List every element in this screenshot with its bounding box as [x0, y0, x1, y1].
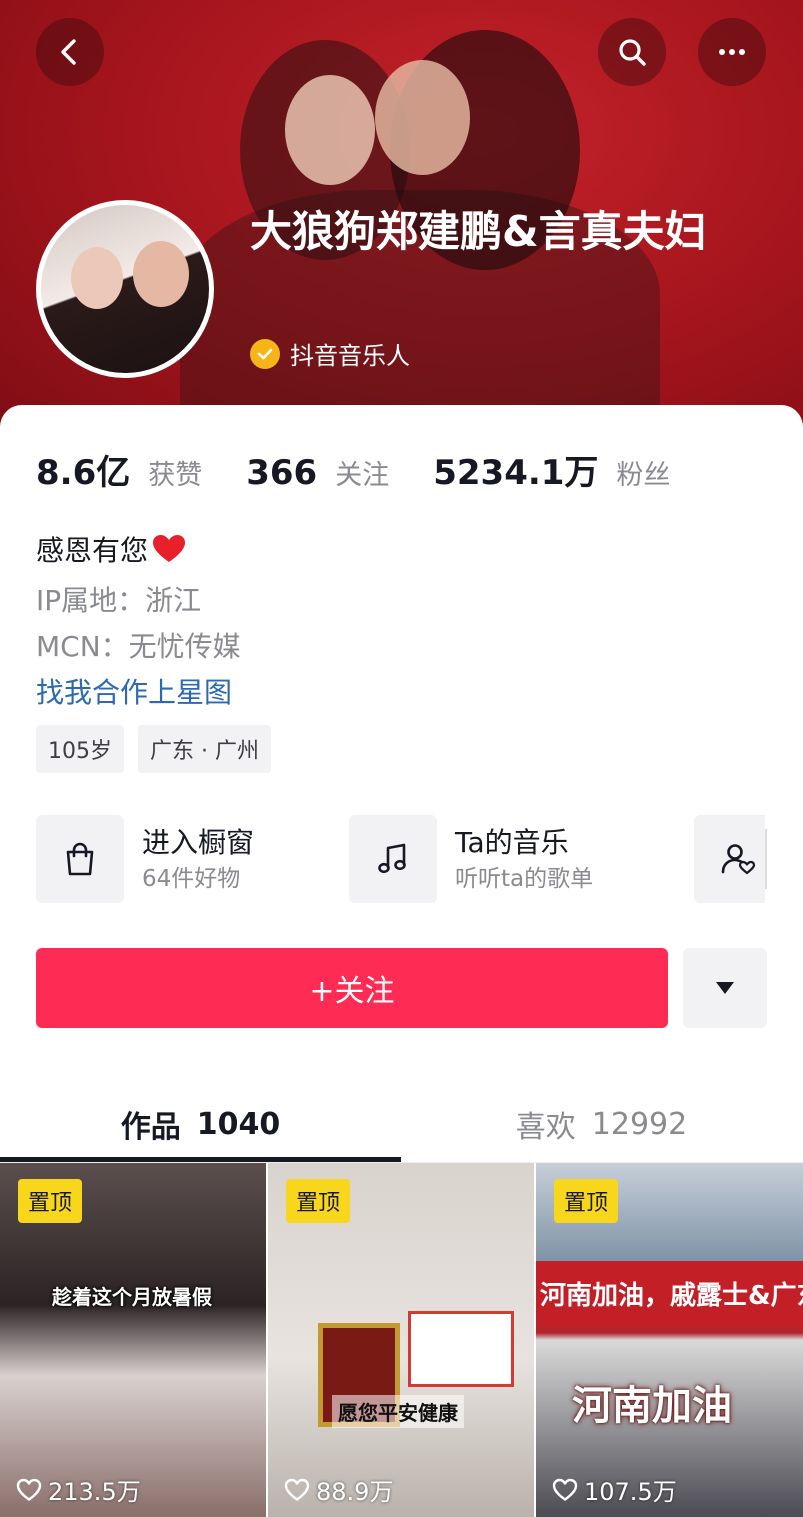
heart-outline-icon: [16, 1478, 42, 1501]
video-likes: 107.5万: [552, 1472, 677, 1507]
active-tab-indicator: [0, 1157, 401, 1162]
stat-followers-label: 粉丝: [616, 460, 671, 491]
video-likes-count: 88.9万: [316, 1478, 394, 1506]
music-title: Ta的音乐: [455, 826, 569, 859]
video-likes: 213.5万: [16, 1472, 141, 1507]
entries-overflow-edge: [765, 813, 803, 905]
video-caption: 趁着这个月放暑假: [52, 1285, 212, 1309]
stats-row: 8.6亿 获赞 366 关注 5234.1万 粉丝: [36, 445, 714, 494]
music-text: Ta的音乐 听听ta的歌单: [455, 823, 593, 895]
bio-text: 感恩有您: [36, 529, 186, 569]
stat-following-value: 366: [246, 453, 318, 493]
verified-badge[interactable]: 抖音音乐人: [250, 336, 410, 371]
more-dots-icon: [719, 49, 745, 55]
pinned-badge: 置顶: [286, 1179, 351, 1223]
stat-likes-value: 8.6亿: [36, 453, 131, 493]
stat-followers-value: 5234.1万: [433, 453, 599, 493]
profile-card: 8.6亿 获赞 366 关注 5234.1万 粉丝 感恩有您 IP属地：浙江 M…: [0, 405, 803, 1517]
search-icon: [619, 39, 646, 66]
video-caption: 愿您平安健康: [332, 1395, 464, 1428]
avatar-face-left: [71, 247, 123, 309]
video-grid: 置顶 趁着这个月放暑假 213.5万 置顶 愿您平安健康 88.9万 河南加油，…: [0, 1163, 803, 1517]
video-caption: 河南加油: [572, 1382, 732, 1429]
tab-likes[interactable]: 喜欢 12992: [401, 1085, 802, 1163]
ip-location: IP属地：浙江: [36, 584, 202, 617]
stat-followers[interactable]: 5234.1万 粉丝: [433, 445, 670, 494]
avatar[interactable]: [36, 200, 214, 378]
stat-likes-label: 获赞: [148, 460, 203, 491]
recommend-dropdown-button[interactable]: [683, 948, 767, 1028]
video-thumbnail[interactable]: 置顶 趁着这个月放暑假 213.5万: [0, 1163, 266, 1517]
tab-works-count: 1040: [196, 1106, 281, 1142]
video-likes: 88.9万: [284, 1472, 393, 1507]
more-options-button[interactable]: [698, 18, 766, 86]
tag-age: 105岁: [36, 725, 124, 773]
profile-header: 大狼狗郑建鹏&言真夫妇 抖音音乐人: [0, 0, 803, 440]
feature-entries: 进入橱窗 64件好物 Ta的音乐 听听ta的歌单: [36, 813, 803, 905]
shop-window-text: 进入橱窗 64件好物: [142, 823, 254, 895]
profile-name: 大狼狗郑建鹏&言真夫妇: [250, 207, 707, 256]
verified-check-icon: [250, 338, 280, 369]
bio-text-content: 感恩有您: [36, 534, 149, 567]
stat-following[interactable]: 366 关注: [246, 453, 389, 493]
pinned-badge: 置顶: [18, 1179, 83, 1223]
video-likes-count: 107.5万: [584, 1478, 677, 1506]
tab-works[interactable]: 作品 1040: [0, 1085, 401, 1163]
shopping-bag-icon: [36, 815, 124, 903]
stat-likes[interactable]: 8.6亿 获赞: [36, 445, 202, 494]
follow-button[interactable]: +关注: [36, 948, 668, 1028]
tag-location: 广东 · 广州: [138, 725, 271, 773]
content-tabs: 作品 1040 喜欢 12992: [0, 1085, 803, 1163]
shop-window-subtitle: 64件好物: [142, 866, 241, 892]
tab-likes-label: 喜欢: [515, 1110, 576, 1145]
music-subtitle: 听听ta的歌单: [455, 866, 594, 892]
search-button[interactable]: [598, 18, 666, 86]
video-banner-text: 河南加油，戚露士&广东夫妇驰援河南防汛物资: [536, 1261, 803, 1327]
stat-following-label: 关注: [335, 460, 390, 491]
mcn-info: MCN：无忧传媒: [36, 630, 241, 663]
heart-outline-icon: [284, 1478, 310, 1501]
cover-image-face-right: [375, 60, 470, 175]
verified-label: 抖音音乐人: [290, 342, 410, 370]
video-thumbnail[interactable]: 置顶 愿您平安健康 88.9万: [268, 1163, 534, 1517]
red-heart-icon: [153, 535, 186, 562]
star-map-link[interactable]: 找我合作上星图: [36, 671, 232, 711]
video-likes-count: 213.5万: [48, 1478, 141, 1506]
shop-window-entry[interactable]: 进入橱窗 64件好物: [36, 813, 254, 905]
heart-outline-icon: [552, 1478, 578, 1501]
shop-window-title: 进入橱窗: [142, 826, 255, 859]
back-arrow-icon: [61, 39, 76, 65]
avatar-face-right: [133, 241, 189, 307]
tab-works-label: 作品: [120, 1110, 181, 1145]
music-note-icon: [349, 815, 437, 903]
back-button[interactable]: [36, 18, 104, 86]
video-thumbnail[interactable]: 河南加油，戚露士&广东夫妇驰援河南防汛物资 置顶 河南加油 107.5万: [536, 1163, 803, 1517]
tab-likes-count: 12992: [591, 1106, 688, 1142]
music-entry[interactable]: Ta的音乐 听听ta的歌单: [349, 813, 593, 905]
profile-tags: 105岁 广东 · 广州: [36, 725, 285, 773]
certificate-image: [408, 1311, 514, 1387]
pinned-badge: 置顶: [554, 1179, 619, 1223]
caret-down-icon: [716, 982, 734, 994]
cover-image-face-left: [285, 75, 375, 185]
